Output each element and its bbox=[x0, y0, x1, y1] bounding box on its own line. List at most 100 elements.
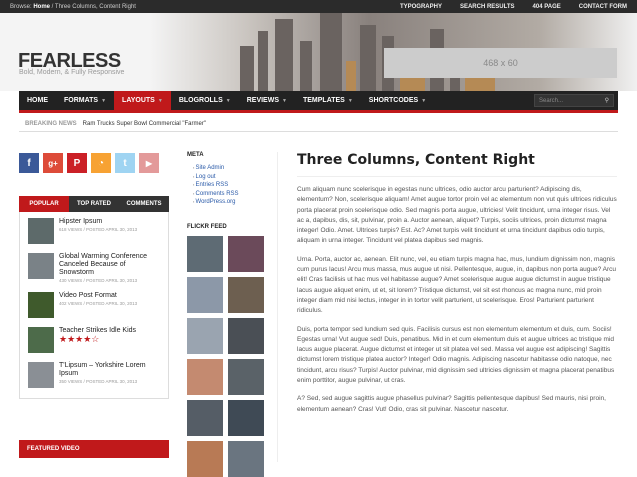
meta-widget: META Site Admin Log out Entries RSS Comm… bbox=[187, 152, 239, 207]
flickr-photo[interactable] bbox=[187, 359, 223, 395]
post-title[interactable]: Video Post Format bbox=[59, 292, 137, 300]
facebook-icon[interactable]: f bbox=[19, 153, 39, 173]
breadcrumb: Browse: Home / Three Columns, Content Ri… bbox=[10, 4, 136, 10]
flickr-photo[interactable] bbox=[228, 441, 264, 477]
post-title[interactable]: Hipster Ipsum bbox=[59, 218, 137, 226]
site-tagline: Bold, Modern, & Fully Responsive bbox=[19, 69, 125, 76]
post-thumbnail[interactable] bbox=[28, 362, 54, 388]
meta-link-log-out[interactable]: Log out bbox=[193, 173, 239, 182]
star-rating: ★★★★☆ bbox=[59, 334, 100, 344]
nav-shortcodes[interactable]: SHORTCODES ▼ bbox=[361, 91, 434, 110]
list-item[interactable]: Teacher Strikes Idle Kids ★★★★☆ bbox=[28, 327, 160, 353]
flickr-widget-title: FLICKR FEED bbox=[187, 224, 227, 230]
chevron-down-icon: ▼ bbox=[282, 97, 287, 104]
social-icons: f g+ P ◔ t ▶ bbox=[19, 153, 159, 173]
article-paragraph: Duis, porta tempor sed lundium sed quis.… bbox=[297, 325, 615, 385]
post-meta: 618 VIEWS / POSTED APRIL 30, 2013 bbox=[59, 227, 138, 232]
post-thumbnail[interactable] bbox=[28, 218, 54, 244]
breaking-news-label: BREAKING NEWS bbox=[25, 120, 77, 127]
flickr-photo[interactable] bbox=[187, 441, 223, 477]
column-divider bbox=[277, 152, 278, 462]
flickr-photo[interactable] bbox=[187, 400, 223, 436]
meta-link-wordpress[interactable]: WordPress.org bbox=[193, 198, 239, 207]
nav-blogrolls[interactable]: BLOGROLLS ▼ bbox=[171, 91, 239, 110]
post-thumbnail[interactable] bbox=[28, 327, 54, 353]
breaking-news-bar: BREAKING NEWS Ram Trucks Super Bowl Comm… bbox=[19, 116, 618, 132]
featured-video-heading: FEATURED VIDEO bbox=[19, 440, 169, 458]
meta-link-comments-rss[interactable]: Comments RSS bbox=[193, 190, 239, 199]
top-bar: Browse: Home / Three Columns, Content Ri… bbox=[0, 0, 637, 13]
top-link-404[interactable]: 404 PAGE bbox=[533, 4, 561, 10]
nav-formats-label: FORMATS bbox=[64, 97, 99, 104]
chevron-down-icon: ▼ bbox=[347, 97, 353, 104]
nav-home[interactable]: HOME bbox=[19, 91, 56, 110]
flickr-photo[interactable] bbox=[228, 236, 264, 272]
list-item[interactable]: Hipster Ipsum 618 VIEWS / POSTED APRIL 30… bbox=[28, 218, 160, 244]
post-meta: 430 VIEWS / POSTED APRIL 30, 2013 bbox=[59, 278, 138, 283]
nav-formats[interactable]: FORMATS ▼ bbox=[56, 91, 114, 110]
post-thumbnail[interactable] bbox=[28, 292, 54, 318]
flickr-photo[interactable] bbox=[187, 277, 223, 313]
search-placeholder: Search... bbox=[539, 97, 564, 104]
list-item[interactable]: Video Post Format 402 VIEWS / POSTED APRI… bbox=[28, 292, 160, 318]
flickr-photo[interactable] bbox=[228, 359, 264, 395]
flickr-photo[interactable] bbox=[228, 318, 264, 354]
nav-shortcodes-label: SHORTCODES bbox=[368, 97, 419, 104]
breaking-news-link[interactable]: Ram Trucks Super Bowl Commercial "Farmer… bbox=[83, 121, 206, 127]
chevron-down-icon: ▼ bbox=[157, 97, 163, 104]
nav-reviews[interactable]: REVIEWS ▼ bbox=[239, 91, 295, 110]
twitter-icon[interactable]: t bbox=[115, 153, 135, 173]
meta-link-site-admin[interactable]: Site Admin bbox=[193, 164, 239, 173]
tab-popular[interactable]: POPULAR bbox=[19, 196, 69, 212]
sidebar-tabs: POPULAR TOP RATED COMMENTS bbox=[19, 196, 169, 212]
post-title[interactable]: Global Warming Conference Canceled Becau… bbox=[59, 253, 160, 277]
search-input[interactable]: Search... ⚲ bbox=[534, 94, 614, 107]
post-title[interactable]: T'Lipsum – Yorkshire Lorem Ipsum bbox=[59, 362, 160, 378]
top-link-contact[interactable]: CONTACT FORM bbox=[579, 4, 627, 10]
flickr-photo[interactable] bbox=[228, 277, 264, 313]
breadcrumb-current: Three Columns, Content Right bbox=[54, 3, 136, 10]
article-paragraph: A? Sed, sed augue sagittis augue phasell… bbox=[297, 395, 606, 413]
top-link-typography[interactable]: TYPOGRAPHY bbox=[400, 4, 442, 10]
flickr-photo[interactable] bbox=[187, 318, 223, 354]
popular-posts-list: Hipster Ipsum 618 VIEWS / POSTED APRIL 30… bbox=[19, 212, 169, 399]
flickr-widget: FLICKR FEED bbox=[187, 224, 264, 477]
article-paragraph: Urna. Porta, auctor ac, aenean. Elit nun… bbox=[297, 255, 617, 315]
meta-link-entries-rss[interactable]: Entries RSS bbox=[193, 181, 239, 190]
main-nav: HOME FORMATS ▼ LAYOUTS ▼ BLOGROLLS ▼ REVIEW… bbox=[19, 91, 618, 113]
top-nav: TYPOGRAPHY SEARCH RESULTS 404 PAGE CONTA… bbox=[400, 4, 627, 10]
nav-layouts[interactable]: LAYOUTS ▼ bbox=[114, 91, 171, 110]
ad-banner[interactable]: 468 x 60 bbox=[384, 48, 617, 78]
nav-layouts-label: LAYOUTS bbox=[122, 97, 155, 104]
list-item[interactable]: Global Warming Conference Canceled Becau… bbox=[28, 253, 160, 283]
tab-top-rated[interactable]: TOP RATED bbox=[69, 196, 119, 212]
flickr-grid bbox=[187, 236, 264, 477]
article: Three Columns, Content Right Cum aliquam… bbox=[297, 152, 617, 423]
nav-templates[interactable]: TEMPLATES ▼ bbox=[295, 91, 361, 110]
chevron-down-icon: ▼ bbox=[101, 97, 107, 104]
article-paragraph: Cum aliquam nunc scelerisque in egestas … bbox=[297, 186, 617, 245]
list-item[interactable]: T'Lipsum – Yorkshire Lorem Ipsum 350 VIEW… bbox=[28, 362, 160, 388]
nav-templates-label: TEMPLATES bbox=[302, 97, 345, 104]
search-icon[interactable]: ⚲ bbox=[605, 97, 609, 104]
breadcrumb-home[interactable]: Home bbox=[33, 4, 50, 10]
youtube-icon[interactable]: ▶ bbox=[139, 153, 159, 173]
pinterest-icon[interactable]: P bbox=[67, 153, 87, 173]
nav-blogrolls-label: BLOGROLLS bbox=[178, 97, 223, 104]
rss-icon[interactable]: ◔ bbox=[91, 153, 111, 173]
chevron-down-icon: ▼ bbox=[421, 97, 427, 104]
googleplus-icon[interactable]: g+ bbox=[43, 153, 63, 173]
post-meta: 350 VIEWS / POSTED APRIL 30, 2013 bbox=[59, 379, 138, 384]
chevron-down-icon: ▼ bbox=[225, 97, 231, 104]
site-header: FEARLESS Bold, Modern, & Fully Responsiv… bbox=[0, 13, 637, 91]
breadcrumb-prefix: Browse: bbox=[10, 3, 34, 10]
flickr-photo[interactable] bbox=[187, 236, 223, 272]
tab-comments[interactable]: COMMENTS bbox=[119, 196, 169, 212]
nav-reviews-label: REVIEWS bbox=[246, 97, 280, 104]
top-link-search-results[interactable]: SEARCH RESULTS bbox=[460, 4, 515, 10]
post-thumbnail[interactable] bbox=[28, 253, 54, 279]
meta-widget-title: META bbox=[187, 152, 204, 158]
article-title: Three Columns, Content Right bbox=[297, 152, 617, 177]
nav-home-label: HOME bbox=[27, 97, 48, 104]
flickr-photo[interactable] bbox=[228, 400, 264, 436]
